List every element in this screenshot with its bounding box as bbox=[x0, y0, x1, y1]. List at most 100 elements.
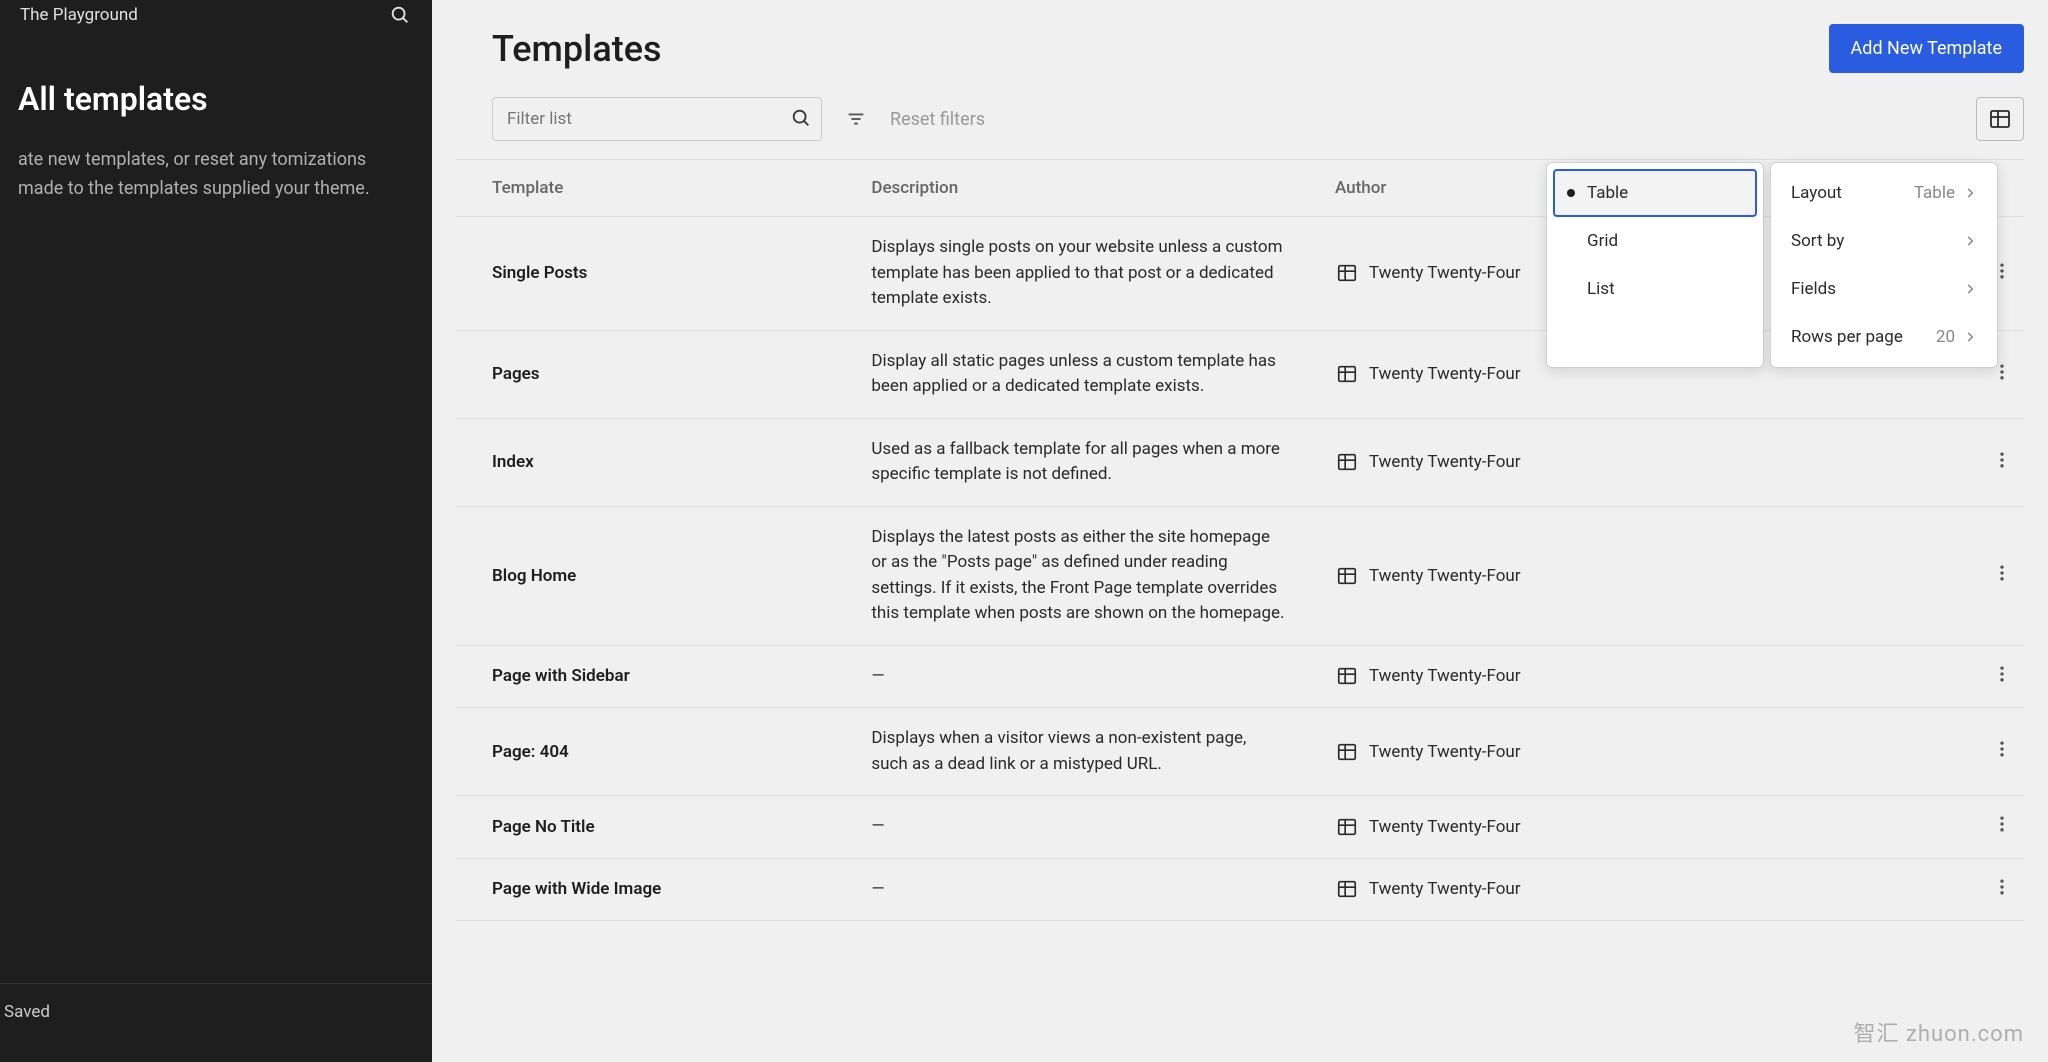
menu-item-label: Layout bbox=[1791, 183, 1842, 203]
chevron-right-icon bbox=[1963, 234, 1977, 248]
add-new-template-button[interactable]: Add New Template bbox=[1829, 24, 2024, 73]
menu-item-label: Sort by bbox=[1791, 231, 1844, 251]
chevron-right-icon bbox=[1963, 282, 1977, 296]
sidebar-footer: Saved bbox=[0, 983, 432, 1062]
more-vertical-icon bbox=[1992, 814, 2012, 839]
selected-indicator-icon bbox=[1567, 189, 1575, 197]
sidebar-body: All templates ate new templates, or rese… bbox=[0, 30, 432, 983]
row-actions-button[interactable] bbox=[1992, 563, 2012, 588]
sidebar-description: ate new templates, or reset any tomizati… bbox=[18, 146, 404, 204]
view-options-popover: Table Grid List Layout Table Sort by bbox=[1546, 162, 1998, 368]
theme-icon bbox=[1335, 362, 1359, 386]
chevron-right-icon bbox=[1963, 330, 1977, 344]
template-name-cell[interactable]: Page: 404 bbox=[456, 708, 835, 796]
table-row: Page No Title—Twenty Twenty-Four bbox=[456, 796, 2024, 859]
chevron-right-icon bbox=[1963, 186, 1977, 200]
template-description-cell: Displays single posts on your website un… bbox=[835, 217, 1299, 331]
layout-option-list[interactable]: List bbox=[1553, 265, 1757, 313]
reset-filters-button[interactable]: Reset filters bbox=[890, 109, 985, 130]
template-description-cell: — bbox=[835, 645, 1299, 708]
sidebar-heading: All templates bbox=[18, 80, 404, 118]
template-name-cell[interactable]: Pages bbox=[456, 330, 835, 418]
template-author-cell: Twenty Twenty-Four bbox=[1299, 506, 1952, 645]
menu-item-layout[interactable]: Layout Table bbox=[1777, 169, 1991, 217]
menu-item-label: Fields bbox=[1791, 279, 1836, 299]
table-row: Blog HomeDisplays the latest posts as ei… bbox=[456, 506, 2024, 645]
menu-item-sort-by[interactable]: Sort by bbox=[1777, 217, 1991, 265]
row-actions-button[interactable] bbox=[1992, 450, 2012, 475]
more-vertical-icon bbox=[1992, 664, 2012, 689]
view-settings-menu: Layout Table Sort by Fields Rows per bbox=[1770, 162, 1998, 368]
author-name: Twenty Twenty-Four bbox=[1369, 452, 1521, 472]
template-description-cell: — bbox=[835, 858, 1299, 921]
filter-toggle-button[interactable] bbox=[838, 101, 874, 137]
toolbar: Reset filters bbox=[444, 97, 2036, 159]
layout-option-label: List bbox=[1587, 279, 1615, 299]
template-author-cell: Twenty Twenty-Four bbox=[1299, 858, 1952, 921]
search-button[interactable] bbox=[388, 3, 412, 27]
theme-icon bbox=[1335, 261, 1359, 285]
author-name: Twenty Twenty-Four bbox=[1369, 879, 1521, 899]
table-row: Page with Wide Image— Twenty Twenty-Four bbox=[456, 858, 2024, 921]
main-content: Templates Add New Template Reset filters… bbox=[432, 0, 2048, 1062]
sidebar: The Playground All templates ate new tem… bbox=[0, 0, 432, 1062]
sidebar-topbar: The Playground bbox=[0, 0, 432, 30]
filter-icon bbox=[845, 108, 867, 130]
search-icon bbox=[389, 4, 411, 26]
site-title: The Playground bbox=[20, 5, 138, 25]
template-name-cell[interactable]: Single Posts bbox=[456, 217, 835, 331]
author-name: Twenty Twenty-Four bbox=[1369, 666, 1521, 686]
column-header-description[interactable]: Description bbox=[835, 160, 1299, 217]
layout-option-grid[interactable]: Grid bbox=[1553, 217, 1757, 265]
page-header: Templates Add New Template bbox=[444, 12, 2036, 97]
filter-input-wrap bbox=[492, 97, 822, 141]
watermark: 智汇 zhuon.com bbox=[1854, 1016, 2024, 1048]
template-author-cell: Twenty Twenty-Four bbox=[1299, 796, 1952, 859]
menu-item-rows-per-page[interactable]: Rows per page 20 bbox=[1777, 313, 1991, 361]
row-actions-button[interactable] bbox=[1992, 877, 2012, 902]
menu-item-value: Table bbox=[1914, 183, 1955, 203]
theme-icon bbox=[1335, 815, 1359, 839]
template-description-cell: Display all static pages unless a custom… bbox=[835, 330, 1299, 418]
layout-menu: Table Grid List bbox=[1546, 162, 1764, 368]
more-vertical-icon bbox=[1992, 450, 2012, 475]
template-author-cell: Twenty Twenty-Four bbox=[1299, 418, 1952, 506]
more-vertical-icon bbox=[1992, 877, 2012, 902]
layout-option-label: Grid bbox=[1587, 231, 1618, 251]
save-status: Saved bbox=[4, 1002, 50, 1022]
author-name: Twenty Twenty-Four bbox=[1369, 566, 1521, 586]
layout-option-table[interactable]: Table bbox=[1553, 169, 1757, 217]
row-actions-button[interactable] bbox=[1992, 739, 2012, 764]
template-name-cell[interactable]: Page with Wide Image bbox=[456, 858, 835, 921]
column-header-template[interactable]: Template bbox=[456, 160, 835, 217]
template-description-cell: Displays when a visitor views a non-exis… bbox=[835, 708, 1299, 796]
more-vertical-icon bbox=[1992, 739, 2012, 764]
row-actions-button[interactable] bbox=[1992, 664, 2012, 689]
menu-item-label: Rows per page bbox=[1791, 327, 1903, 347]
search-icon bbox=[790, 107, 812, 133]
template-name-cell[interactable]: Index bbox=[456, 418, 835, 506]
row-actions-button[interactable] bbox=[1992, 814, 2012, 839]
view-options-button[interactable] bbox=[1976, 97, 2024, 141]
template-author-cell: Twenty Twenty-Four bbox=[1299, 645, 1952, 708]
page-title: Templates bbox=[492, 28, 662, 70]
template-description-cell: Used as a fallback template for all page… bbox=[835, 418, 1299, 506]
menu-item-value: 20 bbox=[1936, 327, 1955, 347]
author-name: Twenty Twenty-Four bbox=[1369, 263, 1521, 283]
menu-item-fields[interactable]: Fields bbox=[1777, 265, 1991, 313]
template-name-cell[interactable]: Blog Home bbox=[456, 506, 835, 645]
table-row: IndexUsed as a fallback template for all… bbox=[456, 418, 2024, 506]
theme-icon bbox=[1335, 877, 1359, 901]
author-name: Twenty Twenty-Four bbox=[1369, 817, 1521, 837]
template-name-cell[interactable]: Page with Sidebar bbox=[456, 645, 835, 708]
filter-list-input[interactable] bbox=[492, 97, 822, 141]
theme-icon bbox=[1335, 450, 1359, 474]
theme-icon bbox=[1335, 564, 1359, 588]
author-name: Twenty Twenty-Four bbox=[1369, 364, 1521, 384]
template-name-cell[interactable]: Page No Title bbox=[456, 796, 835, 859]
layout-option-label: Table bbox=[1587, 183, 1628, 203]
theme-icon bbox=[1335, 664, 1359, 688]
table-layout-icon bbox=[1988, 107, 2012, 131]
table-row: Page with Sidebar— Twenty Twenty-Four bbox=[456, 645, 2024, 708]
more-vertical-icon bbox=[1992, 563, 2012, 588]
